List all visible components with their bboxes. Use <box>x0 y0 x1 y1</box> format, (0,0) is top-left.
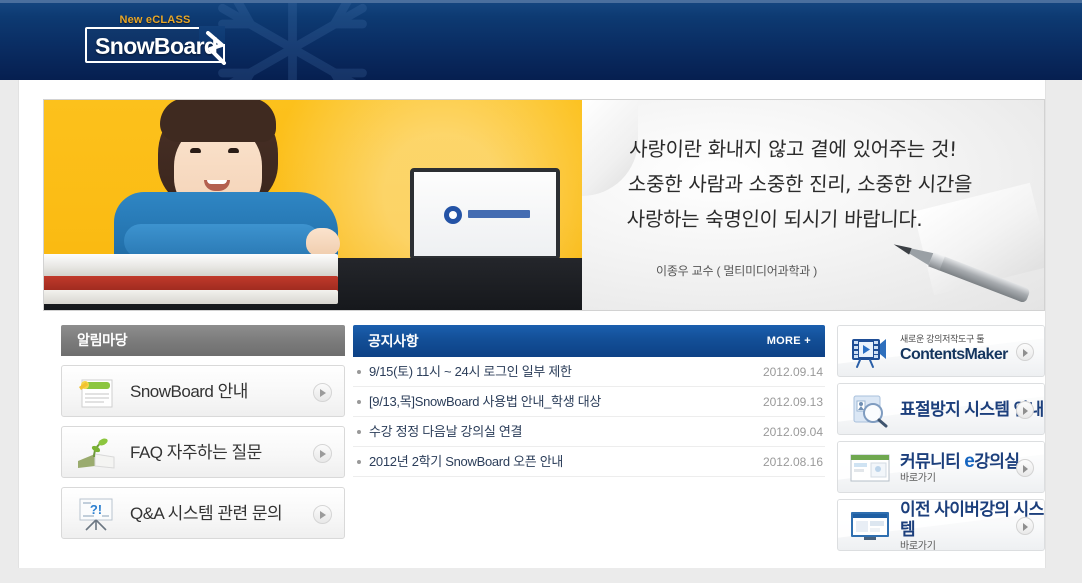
bullet-icon <box>357 430 361 434</box>
right-banner-column: 새로운 강의저작도구 툴 ContentsMaker 표절방지 시스템 안내 커… <box>837 325 1045 557</box>
student-eye-left <box>190 148 201 153</box>
notice-text: 수강 정정 다음날 강의실 연결 <box>369 424 523 439</box>
site-logo[interactable]: New eCLASS SnowBoard <box>85 14 226 65</box>
chevron-right-icon[interactable] <box>1016 401 1034 419</box>
quote-line-1: 사랑이란 화내지 않고 곁에 있어주는 것! <box>628 137 958 161</box>
student-fringe <box>160 100 276 142</box>
notice-more-button[interactable]: MORE + <box>767 325 811 357</box>
magnifier-document-icon <box>853 395 888 428</box>
book-bottom <box>44 290 338 304</box>
left-panel-title: 알림마당 <box>61 325 345 356</box>
community-accent-e: e <box>964 450 975 472</box>
svg-text:?!: ?! <box>90 502 102 517</box>
notice-date: 2012.09.13 <box>762 395 823 409</box>
bullet-icon <box>357 400 361 404</box>
quote-line-2: 소중한 사람과 소중한 진리, 소중한 시간을 <box>627 172 973 196</box>
side-banner-texts: 새로운 강의저작도구 툴 ContentsMaker <box>900 326 1008 376</box>
browser-window-icon <box>850 454 890 482</box>
notice-date: 2012.09.14 <box>762 365 823 379</box>
logo-name-label: SnowBoard <box>95 33 218 59</box>
side-banner-goto: 바로가기 <box>900 472 936 484</box>
menu-item-faq[interactable]: FAQ 자주하는 질문 <box>61 426 345 478</box>
side-banner-subtitle: 새로운 강의저작도구 툴 <box>900 334 985 344</box>
chevron-right-icon[interactable] <box>1016 517 1034 535</box>
side-banner-title: ContentsMaker <box>900 346 1008 363</box>
banner-paper: 사랑이란 화내지 않고 곁에 있어주는 것! 소중한 사람과 소중한 진리, 소… <box>582 100 1044 310</box>
community-suffix: 강의실 <box>974 451 1020 471</box>
quote-line-3: 사랑하는 숙명인이 되시기 바랍니다. <box>626 207 923 231</box>
logo-frame: SnowBoard <box>85 26 226 65</box>
notice-row[interactable]: 2012년 2학기 SnowBoard 오픈 안내 2012.08.16 <box>353 447 825 477</box>
university-seal-icon <box>444 206 462 224</box>
bullet-icon <box>357 460 361 464</box>
side-banner-texts: 커뮤니티 e강의실 바로가기 <box>900 442 1020 492</box>
main-banner[interactable]: 사랑이란 화내지 않고 곁에 있어주는 것! 소중한 사람과 소중한 진리, 소… <box>43 99 1045 311</box>
banner-photo <box>44 100 582 310</box>
side-banner-contentsmaker[interactable]: 새로운 강의저작도구 툴 ContentsMaker <box>837 325 1045 377</box>
notice-text: [9/13,목]SnowBoard 사용법 안내_학생 대상 <box>369 394 602 409</box>
photo-student <box>106 100 346 280</box>
notice-panel-header: 공지사항 MORE + <box>353 325 825 357</box>
menu-label: Q&A 시스템 관련 문의 <box>130 504 283 523</box>
side-banner-goto: 바로가기 <box>900 540 936 551</box>
photo-books <box>44 254 338 304</box>
side-banner-plagiarism[interactable]: 표절방지 시스템 안내 <box>837 383 1045 435</box>
notice-panel: 공지사항 MORE + 9/15(토) 11시 ~ 24시 로그인 일부 제한 … <box>353 325 825 477</box>
chevron-right-icon[interactable] <box>1016 343 1034 361</box>
chevron-right-icon[interactable] <box>313 505 332 524</box>
site-header: New eCLASS SnowBoard <box>0 0 1082 80</box>
quote-author: 이종우 교수 ( 멀티미디어과학과 ) <box>656 264 818 278</box>
chevron-right-icon[interactable] <box>313 383 332 402</box>
film-play-icon <box>852 339 886 368</box>
side-banner-community[interactable]: 커뮤니티 e강의실 바로가기 <box>837 441 1045 493</box>
content-area: 사랑이란 화내지 않고 곁에 있어주는 것! 소중한 사람과 소중한 진리, 소… <box>18 80 1046 568</box>
logo-eclass-label: New eCLASS <box>119 14 191 26</box>
notice-text: 2012년 2학기 SnowBoard 오픈 안내 <box>369 454 564 469</box>
banner-quote: 사랑이란 화내지 않고 곁에 있어주는 것! 소중한 사람과 소중한 진리, 소… <box>626 132 1030 237</box>
student-hand <box>306 228 340 256</box>
notice-row[interactable]: 9/15(토) 11시 ~ 24시 로그인 일부 제한 2012.09.14 <box>353 357 825 387</box>
student-eye-right <box>228 148 239 153</box>
photo-monitor <box>410 168 560 260</box>
book-top <box>44 254 338 278</box>
left-panel: 알림마당 SnowBoard 안내 FAQ 자주하는 질문 ?! Q&A 시스템… <box>61 325 345 539</box>
question-board-icon: ?! <box>79 498 113 531</box>
student-arms <box>124 224 320 258</box>
side-banner-legacy-system[interactable]: 이전 사이버강의 시스템 바로가기 <box>837 499 1045 551</box>
menu-label: FAQ 자주하는 질문 <box>130 443 262 462</box>
notice-row[interactable]: 수강 정정 다음날 강의실 연결 2012.09.04 <box>353 417 825 447</box>
notepad-icon <box>79 379 113 408</box>
monitor-screen-icon <box>851 512 889 540</box>
snowflake-watermark-icon <box>218 3 367 80</box>
open-book-sprout-icon <box>78 438 115 469</box>
notice-date: 2012.09.04 <box>762 425 823 439</box>
side-banner-title: 커뮤니티 e강의실 <box>900 450 1020 472</box>
logo-swoosh-icon <box>206 31 226 65</box>
menu-label: SnowBoard 안내 <box>130 382 248 401</box>
notice-row[interactable]: [9/13,목]SnowBoard 사용법 안내_학생 대상 2012.09.1… <box>353 387 825 417</box>
monitor-text-block <box>468 210 530 218</box>
page-background: 사랑이란 화내지 않고 곁에 있어주는 것! 소중한 사람과 소중한 진리, 소… <box>0 80 1082 583</box>
notice-panel-title: 공지사항 <box>368 333 419 349</box>
chevron-right-icon[interactable] <box>313 444 332 463</box>
notice-date: 2012.08.16 <box>762 455 823 469</box>
notice-text: 9/15(토) 11시 ~ 24시 로그인 일부 제한 <box>369 364 572 379</box>
menu-item-snowboard-guide[interactable]: SnowBoard 안내 <box>61 365 345 417</box>
bullet-icon <box>357 370 361 374</box>
chevron-right-icon[interactable] <box>1016 459 1034 477</box>
menu-item-qna[interactable]: ?! Q&A 시스템 관련 문의 <box>61 487 345 539</box>
community-prefix: 커뮤니티 <box>900 451 965 471</box>
